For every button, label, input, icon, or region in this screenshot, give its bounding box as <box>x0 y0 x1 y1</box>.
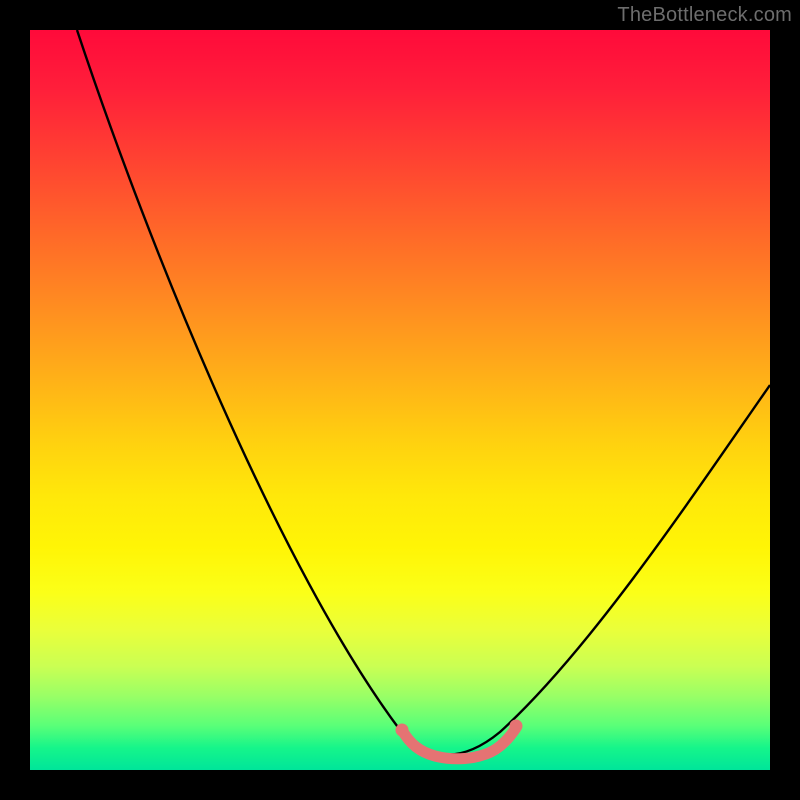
plot-area <box>30 30 770 770</box>
range-end-dot-icon <box>510 720 523 733</box>
curve-svg <box>30 30 770 770</box>
range-start-dot-icon <box>396 724 409 737</box>
chart-frame: TheBottleneck.com <box>0 0 800 800</box>
watermark-text: TheBottleneck.com <box>617 4 792 27</box>
bottleneck-curve-line <box>77 30 770 755</box>
